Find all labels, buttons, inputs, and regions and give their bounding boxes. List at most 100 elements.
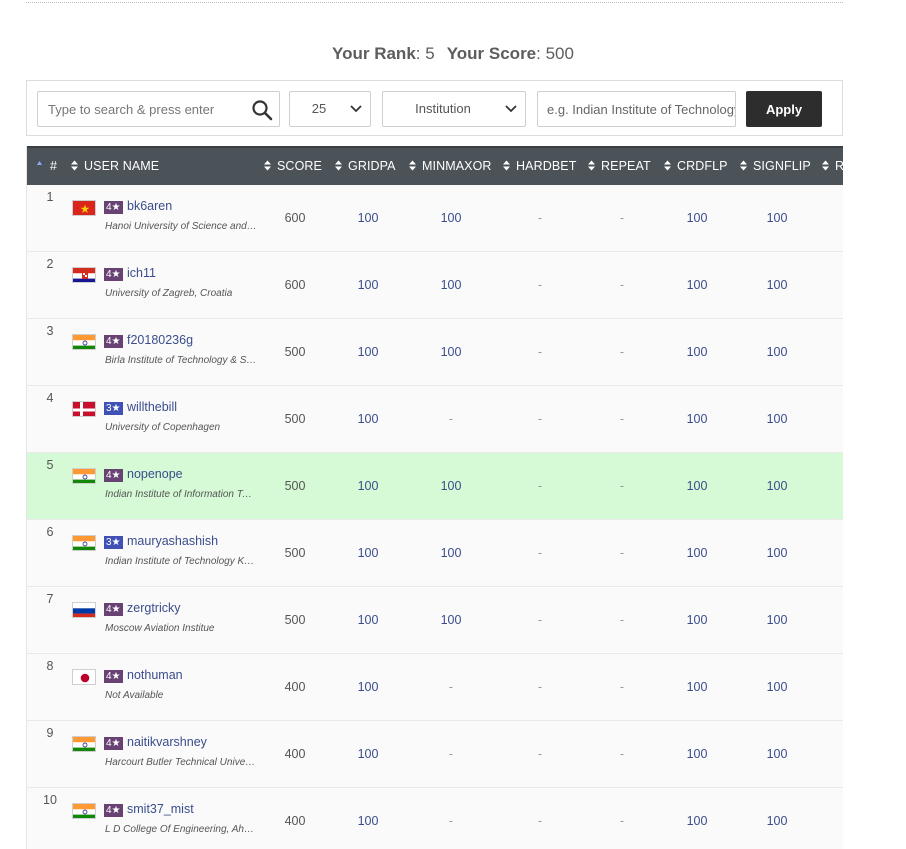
rank-cell: 2 <box>46 257 54 271</box>
country-flag-icon <box>72 468 96 484</box>
chevron-down-icon <box>350 105 362 113</box>
signflip-cell: 100 <box>766 412 788 426</box>
signflip-cell: 100 <box>766 680 788 694</box>
col-score-label: SCORE <box>277 159 322 173</box>
hardbet-cell: - <box>537 479 543 493</box>
hardbet-cell: - <box>537 412 543 426</box>
table-row: 5 4★ nopenope Indian Institute of Inform… <box>27 453 843 520</box>
country-flag-icon <box>72 401 96 417</box>
table-row: 9 4★ naitikvarshney Harcourt Butler Tech… <box>27 721 843 788</box>
top-divider <box>26 2 843 3</box>
repeat-cell: - <box>619 345 625 359</box>
institution-input[interactable] <box>537 91 736 127</box>
country-flag-icon <box>72 669 96 685</box>
repeat-cell: - <box>619 814 625 828</box>
score-value: 500 <box>545 44 574 63</box>
username-link[interactable]: bk6aren <box>127 199 172 213</box>
score-cell: 600 <box>284 278 306 292</box>
gridpa-cell: 100 <box>357 211 379 225</box>
rank-cell: 10 <box>43 793 57 807</box>
per-page-select[interactable]: 25 <box>289 91 371 127</box>
col-gridpa[interactable]: GRIDPA <box>335 148 396 185</box>
star-rating-badge: 4★ <box>104 469 123 482</box>
signflip-cell: 100 <box>766 814 788 828</box>
col-minmaxor[interactable]: MINMAXOR <box>409 148 492 185</box>
search-icon[interactable] <box>251 99 273 121</box>
gridpa-cell: 100 <box>357 479 379 493</box>
repeat-cell: - <box>619 680 625 694</box>
col-crdflp[interactable]: CRDFLP <box>664 148 728 185</box>
institution-text: Not Available <box>105 690 164 701</box>
username-link[interactable]: mauryashashish <box>127 534 218 548</box>
score-cell: 500 <box>284 613 306 627</box>
hardbet-cell: - <box>537 747 543 761</box>
hardbet-cell: - <box>537 613 543 627</box>
rank-cell: 8 <box>46 659 54 673</box>
sort-icon <box>264 160 271 171</box>
rank-cell: 6 <box>46 525 54 539</box>
table-row: 1 4★ bk6aren Hanoi University of Science… <box>27 185 843 252</box>
institution-text: Indian Institute of Technology Kanpur <box>105 556 257 567</box>
col-repeat-label: REPEAT <box>601 159 651 173</box>
repeat-cell: - <box>619 613 625 627</box>
filter-type-select[interactable]: Institution <box>382 91 526 127</box>
search-input[interactable] <box>38 92 243 126</box>
username-link[interactable]: nopenope <box>127 467 183 481</box>
gridpa-cell: 100 <box>357 345 379 359</box>
minmaxor-cell: - <box>448 814 454 828</box>
username-link[interactable]: zergtricky <box>127 601 180 615</box>
username-link[interactable]: nothuman <box>127 668 183 682</box>
username-link[interactable]: f20180236g <box>127 333 193 347</box>
col-hardbet[interactable]: HARDBET <box>503 148 576 185</box>
table-header: # USER NAME SCORE GRIDPA MINMAXOR HARDBE… <box>27 146 843 185</box>
hardbet-cell: - <box>537 680 543 694</box>
gridpa-cell: 100 <box>357 546 379 560</box>
institution-text: Birla Institute of Technology & Science <box>105 355 257 366</box>
minmaxor-cell: 100 <box>440 278 462 292</box>
col-score[interactable]: SCORE <box>264 148 322 185</box>
score-cell: 400 <box>284 680 306 694</box>
institution-text: University of Copenhagen <box>105 422 221 433</box>
institution-text: University of Zagreb, Croatia <box>105 288 233 299</box>
minmaxor-cell: 100 <box>440 211 462 225</box>
col-r[interactable]: R <box>822 148 843 185</box>
score-label: Your Score <box>446 44 537 63</box>
signflip-cell: 100 <box>766 747 788 761</box>
username-link[interactable]: naitikvarshney <box>127 735 207 749</box>
sort-icon <box>664 160 671 171</box>
sort-icon <box>503 160 510 171</box>
filter-bar: 25 Institution Apply <box>26 80 843 136</box>
score-cell: 500 <box>284 546 306 560</box>
hardbet-cell: - <box>537 546 543 560</box>
signflip-cell: 100 <box>766 613 788 627</box>
signflip-cell: 100 <box>766 278 788 292</box>
country-flag-icon <box>72 535 96 551</box>
star-rating-badge: 4★ <box>104 201 123 214</box>
repeat-cell: - <box>619 546 625 560</box>
gridpa-cell: 100 <box>357 680 379 694</box>
apply-button[interactable]: Apply <box>746 91 822 127</box>
username-link[interactable]: smit37_mist <box>127 802 194 816</box>
sort-icon <box>71 160 78 171</box>
star-rating-badge: 3★ <box>104 402 123 415</box>
score-cell: 500 <box>284 345 306 359</box>
rank-cell: 9 <box>46 726 54 740</box>
col-gridpa-label: GRIDPA <box>348 159 396 173</box>
username-link[interactable]: ich11 <box>127 266 156 280</box>
minmaxor-cell: 100 <box>440 546 462 560</box>
crdflp-cell: 100 <box>686 412 708 426</box>
repeat-cell: - <box>619 211 625 225</box>
gridpa-cell: 100 <box>357 747 379 761</box>
col-repeat[interactable]: REPEAT <box>588 148 651 185</box>
col-hardbet-label: HARDBET <box>516 159 577 173</box>
table-row: 6 3★ mauryashashish Indian Institute of … <box>27 520 843 587</box>
col-signflip[interactable]: SIGNFLIP <box>740 148 811 185</box>
rank-cell: 3 <box>46 324 54 338</box>
col-username[interactable]: USER NAME <box>71 148 159 185</box>
sort-icon <box>409 160 416 171</box>
chevron-down-icon <box>505 105 517 113</box>
crdflp-cell: 100 <box>686 613 708 627</box>
username-link[interactable]: willthebill <box>127 400 177 414</box>
star-rating-badge: 4★ <box>104 268 123 281</box>
rank-summary: Your Rank: 5 Your Score: 500 <box>332 44 574 63</box>
